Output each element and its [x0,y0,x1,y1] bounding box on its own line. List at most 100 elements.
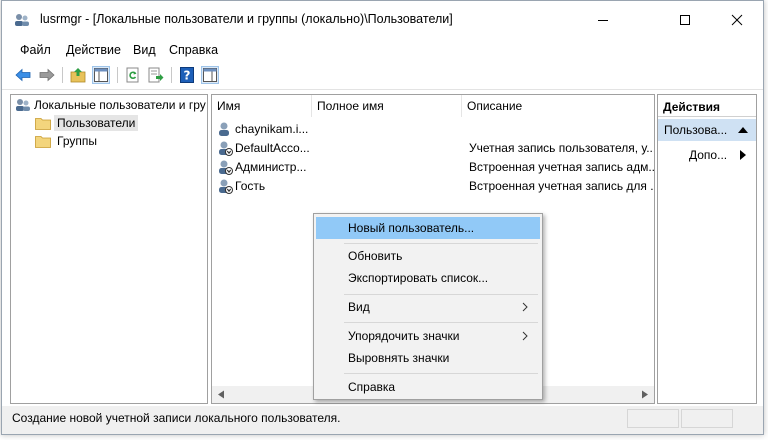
status-field [681,409,733,428]
menu-item-view[interactable]: Вид [316,296,540,318]
menu-separator [344,322,538,323]
column-name-label: Имя [217,99,241,113]
tree-item-users[interactable]: Пользователи [35,114,139,132]
user-name: Администр... [235,160,307,174]
tree-pane[interactable]: Локальные пользователи и гру Пользовател… [10,94,208,404]
menu-item-label: Упорядочить значки [348,329,460,343]
user-disabled-icon [219,141,233,156]
help-button[interactable]: ? [178,66,196,84]
up-folder-icon [70,68,86,83]
view-button[interactable] [201,66,219,84]
toolbar-separator [117,67,118,83]
user-disabled-icon [219,179,233,194]
chevron-right-icon [740,150,746,160]
up-level-button[interactable] [69,66,87,84]
refresh-icon [126,67,139,83]
menu-item-refresh[interactable]: Обновить [316,245,540,267]
user-description: Встроенная учетная запись для ... [469,179,654,193]
users-group-icon [16,99,30,111]
menu-help[interactable]: Справка [169,43,218,57]
toolbar: ? [2,61,763,90]
users-app-icon [15,14,29,26]
close-button[interactable] [714,1,760,39]
folder-icon [35,117,51,130]
context-menu: Новый пользователь... Обновить Экспортир… [313,213,543,400]
user-description: Учетная запись пользователя, у... [469,141,654,155]
menu-item-label: Выровнять значки [348,351,450,365]
menu-item-help[interactable]: Справка [316,376,540,398]
back-button[interactable] [14,66,32,84]
menu-item-label: Обновить [348,249,403,263]
status-field [627,409,679,428]
window-title: lusrmgr - [Локальные пользователи и груп… [40,12,453,26]
minimize-icon [598,20,608,21]
user-disabled-icon [219,160,233,175]
column-header-full-name[interactable]: Полное имя [312,95,462,117]
menu-separator [344,373,538,374]
menu-bar: Файл Действие Вид Справка [2,39,763,61]
actions-pane: Действия Пользова... Допо... [657,94,757,404]
table-row[interactable]: Гость Встроенная учетная запись для ... [212,177,654,196]
menu-item-label: Вид [348,300,370,314]
help-icon: ? [180,67,194,83]
folder-icon [35,135,51,148]
user-description: Встроенная учетная запись адм... [469,160,654,174]
menu-item-line-up-icons[interactable]: Выровнять значки [316,347,540,369]
view-icon [203,68,217,82]
maximize-button[interactable] [662,1,708,39]
title-bar[interactable]: lusrmgr - [Локальные пользователи и груп… [2,1,763,39]
status-text: Создание новой учетной записи локального… [12,411,341,425]
column-description-label: Описание [467,99,523,113]
back-arrow-icon [15,68,31,82]
actions-header: Действия [658,95,756,117]
actions-group-label: Пользова... [664,123,728,137]
forward-button[interactable] [38,66,56,84]
tree-item-root[interactable]: Локальные пользователи и гру [15,96,206,114]
svg-text:?: ? [184,69,191,83]
menu-item-label: Экспортировать список... [348,271,489,285]
actions-more-actions[interactable]: Допо... [658,145,756,165]
actions-more-label: Допо... [689,148,728,162]
menu-item-label: Новый пользователь... [348,221,475,235]
export-list-button[interactable] [147,66,165,84]
status-bar: Создание новой учетной записи локального… [2,406,763,434]
menu-file[interactable]: Файл [20,43,51,57]
scroll-left-icon [218,390,224,399]
menu-item-export-list[interactable]: Экспортировать список... [316,267,540,289]
menu-action[interactable]: Действие [66,43,121,57]
table-row[interactable]: DefaultAcco... Учетная запись пользовате… [212,139,654,158]
maximize-icon [680,15,690,25]
tree-root-label: Локальные пользователи и гру [34,98,206,112]
chevron-right-icon [522,302,528,312]
column-header-name[interactable]: Имя [212,95,312,117]
close-icon [731,14,743,26]
refresh-button[interactable] [124,66,142,84]
user-icon [219,122,229,136]
menu-item-arrange-icons[interactable]: Упорядочить значки [316,325,540,347]
tree-item-groups[interactable]: Группы [35,132,100,150]
menu-separator [344,243,538,244]
column-full-name-label: Полное имя [317,99,384,113]
user-name: chaynikam.i... [235,122,309,136]
forward-arrow-icon [39,68,55,82]
actions-group-users[interactable]: Пользова... [658,119,756,141]
user-name: DefaultAcco... [235,141,310,155]
minimize-button[interactable] [580,1,626,39]
collapse-up-icon [738,127,748,133]
show-hide-tree-button[interactable] [92,66,110,84]
menu-item-new-user[interactable]: Новый пользователь... [316,217,540,239]
scroll-right-icon [642,390,648,399]
column-header-description[interactable]: Описание [462,95,654,117]
export-list-icon [148,67,164,83]
menu-view[interactable]: Вид [133,43,156,57]
table-row[interactable]: chaynikam.i... [212,120,652,139]
chevron-right-icon [522,331,528,341]
toolbar-separator [62,67,63,83]
menu-separator [344,294,538,295]
toolbar-separator [171,67,172,83]
show-hide-tree-icon [94,68,108,82]
tree-groups-label: Группы [57,134,97,148]
table-row[interactable]: Администр... Встроенная учетная запись а… [212,158,654,177]
menu-item-label: Справка [348,380,396,394]
user-name: Гость [235,179,266,193]
